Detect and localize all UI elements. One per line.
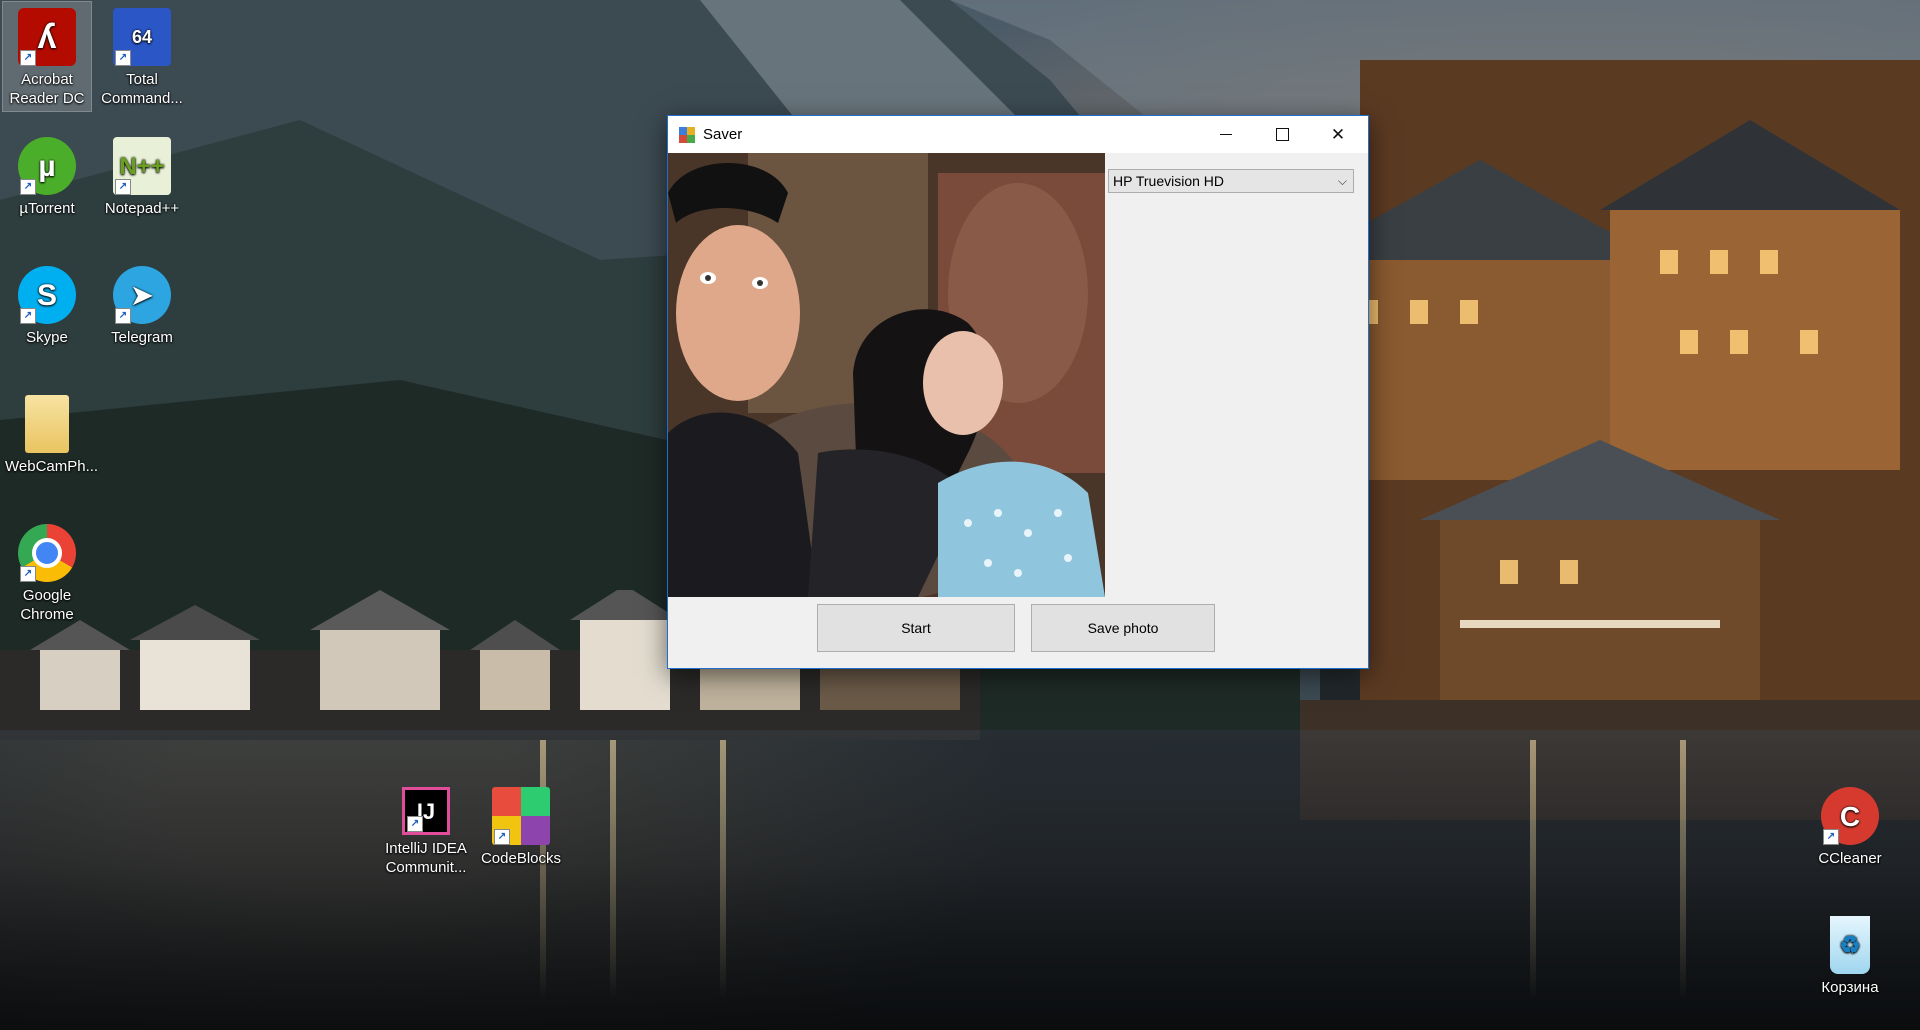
desktop-icon-label: Telegram: [111, 329, 173, 346]
floppy-disk-icon: 64 ↗: [113, 8, 171, 66]
notepad-plus-plus-icon: N++ ↗: [113, 137, 171, 195]
desktop-icon-total-commander[interactable]: 64 ↗ Total Command...: [98, 2, 186, 111]
desktop-icon-label: CodeBlocks: [480, 850, 562, 867]
desktop-icon-label: Корзина: [1821, 979, 1879, 996]
shortcut-arrow-icon: ↗: [20, 308, 36, 324]
desktop-icon-codeblocks[interactable]: ↗ CodeBlocks: [477, 781, 565, 871]
shortcut-arrow-icon: ↗: [407, 816, 423, 832]
desktop-icon-skype[interactable]: S ↗ Skype: [3, 260, 91, 350]
close-icon: ✕: [1330, 124, 1346, 144]
ccleaner-icon: C ↗: [1821, 787, 1879, 845]
desktop-icon-notepad-plus-plus[interactable]: N++ ↗ Notepad++: [98, 131, 186, 221]
camera-select[interactable]: HP Truevision HD ⌵: [1108, 169, 1354, 193]
acrobat-icon: ʎ ↗: [18, 8, 76, 66]
desktop-icon-utorrent[interactable]: µ ↗ µTorrent: [3, 131, 91, 221]
maximize-icon: [1275, 128, 1289, 141]
desktop-icon-label: Acrobat Reader DC: [9, 71, 85, 107]
codeblocks-icon: ↗: [492, 787, 550, 845]
shortcut-arrow-icon: ↗: [20, 566, 36, 582]
shortcut-arrow-icon: ↗: [115, 179, 131, 195]
window-title: Saver: [703, 126, 743, 143]
desktop-icon-telegram[interactable]: ➤ ↗ Telegram: [98, 260, 186, 350]
saver-window[interactable]: Saver ✕ HP Truevision HD ⌵ Start Save ph…: [667, 115, 1369, 669]
shortcut-arrow-icon: ↗: [1823, 829, 1839, 845]
window-titlebar[interactable]: Saver ✕: [668, 116, 1368, 153]
camera-select-value: HP Truevision HD: [1113, 173, 1225, 189]
desktop-icon-label: IntelliJ IDEA Communit...: [385, 840, 467, 876]
chevron-down-icon: ⌵: [1337, 174, 1347, 188]
village-right: [1300, 60, 1920, 820]
maximize-button[interactable]: [1254, 116, 1310, 153]
light-reflection: [1680, 740, 1686, 1000]
folder-icon: [25, 395, 69, 453]
desktop-icon-ccleaner[interactable]: C ↗ CCleaner: [1806, 781, 1894, 871]
chrome-icon: ↗: [18, 524, 76, 582]
desktop-icon-recycle-bin[interactable]: ♻ Корзина: [1806, 910, 1894, 1000]
skype-icon: S ↗: [18, 266, 76, 324]
shortcut-arrow-icon: ↗: [20, 50, 36, 66]
shortcut-arrow-icon: ↗: [115, 308, 131, 324]
telegram-icon: ➤ ↗: [113, 266, 171, 324]
desktop-icon-webcamph-folder[interactable]: WebCamPh...: [3, 389, 99, 479]
utorrent-icon: µ ↗: [18, 137, 76, 195]
light-reflection: [610, 740, 616, 1000]
intellij-icon: IJ ↗: [402, 787, 450, 835]
minimize-button[interactable]: [1198, 116, 1254, 153]
desktop-icon-label: µTorrent: [19, 200, 75, 217]
desktop-icon-label: Skype: [26, 329, 68, 346]
webcam-image: [668, 153, 1105, 597]
desktop-icon-label: Google Chrome: [20, 587, 74, 623]
desktop-icon-label: WebCamPh...: [5, 458, 99, 475]
desktop-icon-google-chrome[interactable]: ↗ Google Chrome: [3, 518, 91, 627]
close-button[interactable]: ✕: [1310, 116, 1366, 153]
lake-water: [0, 730, 1920, 1030]
desktop-icon-label: CCleaner: [1818, 850, 1882, 867]
desktop-icon-label: Notepad++: [104, 200, 180, 217]
light-reflection: [720, 740, 726, 1000]
light-reflection: [1530, 740, 1536, 1000]
recycle-bin-icon: ♻: [1830, 916, 1870, 974]
webcam-preview: [668, 153, 1105, 597]
app-icon: [679, 126, 695, 143]
start-button[interactable]: Start: [817, 604, 1015, 652]
desktop-icon-acrobat[interactable]: ʎ ↗ Acrobat Reader DC: [2, 1, 92, 112]
shortcut-arrow-icon: ↗: [20, 179, 36, 195]
shortcut-arrow-icon: ↗: [494, 829, 510, 845]
desktop-icon-label: Total Command...: [101, 71, 183, 107]
shortcut-arrow-icon: ↗: [115, 50, 131, 66]
save-photo-button[interactable]: Save photo: [1031, 604, 1215, 652]
desktop-icon-intellij-idea[interactable]: IJ ↗ IntelliJ IDEA Communit...: [382, 781, 470, 880]
minimize-icon: [1220, 134, 1232, 135]
